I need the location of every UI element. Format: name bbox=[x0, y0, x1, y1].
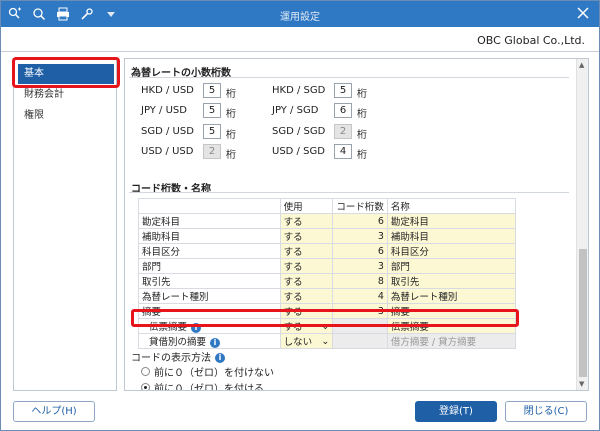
rate-input[interactable]: 5 bbox=[203, 83, 221, 98]
row-digits[interactable]: 6 bbox=[332, 213, 388, 229]
row-item-label: 貸借別の摘要 bbox=[149, 337, 207, 348]
row-highlight-box bbox=[131, 309, 519, 327]
row-name[interactable]: 為替レート種別 bbox=[386, 288, 517, 304]
row-digits[interactable]: 3 bbox=[332, 258, 388, 274]
use-dropdown-value: しない bbox=[283, 337, 313, 348]
rate-input[interactable]: 5 bbox=[203, 103, 221, 118]
rate-label: JPY / SGD bbox=[272, 105, 319, 116]
rate-label: SGD / USD bbox=[141, 126, 194, 137]
column-header bbox=[138, 198, 281, 214]
rate-label: HKD / SGD bbox=[272, 85, 326, 96]
row-digits[interactable]: 8 bbox=[332, 273, 388, 289]
radio-no-zero[interactable]: 前に０（ゼロ）を付けない bbox=[141, 364, 274, 379]
row-name[interactable]: 補助科目 bbox=[386, 228, 517, 244]
row-item: 勘定科目 bbox=[138, 213, 281, 229]
help-button[interactable]: ヘルプ(H) bbox=[13, 401, 95, 422]
row-item: 補助科目 bbox=[138, 228, 281, 244]
chevron-down-icon: ⌄ bbox=[321, 335, 330, 347]
display-heading-label: コードの表示方法 bbox=[131, 353, 211, 364]
use-dropdown[interactable]: しない ⌄ bbox=[279, 333, 334, 349]
row-use[interactable]: する bbox=[279, 243, 334, 259]
row-use[interactable]: する bbox=[279, 288, 334, 304]
rate-unit: 桁 bbox=[357, 150, 367, 161]
row-digits[interactable]: 6 bbox=[332, 243, 388, 259]
row-item: 部門 bbox=[138, 258, 281, 274]
row-name: 借方摘要 / 貸方摘要 bbox=[386, 333, 517, 349]
sidebar-item-permissions[interactable]: 権限 bbox=[18, 106, 114, 126]
table-row: 補助科目 する 3 補助科目 bbox=[138, 228, 517, 244]
vertical-scrollbar[interactable]: ▲ ▼ bbox=[576, 59, 588, 390]
company-name: OBC Global Co.,Ltd. bbox=[477, 34, 585, 47]
rate-unit: 桁 bbox=[357, 109, 367, 120]
column-header: 使用 bbox=[279, 198, 334, 214]
rates-divider bbox=[129, 77, 569, 78]
table-row: 取引先 する 8 取引先 bbox=[138, 273, 517, 289]
rate-label: JPY / USD bbox=[141, 105, 187, 116]
rate-input[interactable]: 6 bbox=[334, 103, 352, 118]
radio-label: 前に０（ゼロ）を付けない bbox=[154, 368, 274, 379]
radio-label: 前に０（ゼロ）を付ける bbox=[154, 384, 264, 391]
close-button[interactable]: 閉じる(C) bbox=[505, 401, 587, 422]
row-use[interactable]: する bbox=[279, 273, 334, 289]
sidebar-item-finance[interactable]: 財務会計 bbox=[18, 85, 114, 105]
window-title: 運用設定 bbox=[280, 12, 320, 23]
header-divider bbox=[1, 51, 599, 52]
rate-unit: 桁 bbox=[357, 130, 367, 141]
settings-window: 運用設定 OBC Global Co.,Ltd. 基本 財務会計 権限 為替レー… bbox=[0, 0, 600, 431]
rate-input: 2 bbox=[203, 144, 221, 159]
codes-divider bbox=[129, 192, 569, 193]
register-button[interactable]: 登録(T) bbox=[415, 401, 497, 422]
row-digits[interactable]: 3 bbox=[332, 228, 388, 244]
row-name[interactable]: 部門 bbox=[386, 258, 517, 274]
rate-input: 2 bbox=[334, 124, 352, 139]
radio-button[interactable] bbox=[141, 383, 150, 390]
table-header-row: 使用 コード桁数 名称 bbox=[138, 198, 517, 214]
sidebar: 基本 財務会計 権限 bbox=[13, 58, 117, 391]
row-item: 科目区分 bbox=[138, 243, 281, 259]
table-row: 為替レート種別 する 4 為替レート種別 bbox=[138, 288, 517, 304]
row-use[interactable]: する bbox=[279, 213, 334, 229]
rate-input[interactable]: 5 bbox=[203, 124, 221, 139]
row-item: 為替レート種別 bbox=[138, 288, 281, 304]
row-use[interactable]: する bbox=[279, 228, 334, 244]
row-digits bbox=[332, 333, 388, 349]
title-bar: 運用設定 bbox=[1, 1, 599, 27]
row-item: 貸借別の摘要 i bbox=[138, 333, 281, 349]
table-row: 部門 する 3 部門 bbox=[138, 258, 517, 274]
rate-unit: 桁 bbox=[226, 109, 236, 120]
row-digits[interactable]: 4 bbox=[332, 288, 388, 304]
close-icon[interactable] bbox=[575, 5, 591, 21]
display-heading: コードの表示方法 i bbox=[131, 349, 225, 364]
row-item: 取引先 bbox=[138, 273, 281, 289]
rate-unit: 桁 bbox=[226, 130, 236, 141]
row-name[interactable]: 勘定科目 bbox=[386, 213, 517, 229]
radio-add-zero[interactable]: 前に０（ゼロ）を付ける bbox=[141, 380, 264, 391]
scroll-thumb[interactable] bbox=[579, 249, 587, 377]
sidebar-highlight-box bbox=[12, 57, 120, 88]
row-use[interactable]: する bbox=[279, 258, 334, 274]
rate-label: SGD / SGD bbox=[272, 126, 326, 137]
column-header: コード桁数 bbox=[332, 198, 388, 214]
row-name[interactable]: 取引先 bbox=[386, 273, 517, 289]
rate-label: HKD / USD bbox=[141, 85, 194, 96]
settings-panel: 為替レートの小数桁数 HKD / USD 5 桁 HKD / SGD 5 桁 J… bbox=[124, 58, 589, 391]
row-name[interactable]: 科目区分 bbox=[386, 243, 517, 259]
table-row: 科目区分 する 6 科目区分 bbox=[138, 243, 517, 259]
rate-unit: 桁 bbox=[226, 150, 236, 161]
scroll-up-icon[interactable]: ▲ bbox=[579, 61, 584, 69]
rate-unit: 桁 bbox=[226, 89, 236, 100]
table-row: 勘定科目 する 6 勘定科目 bbox=[138, 213, 517, 229]
rate-input[interactable]: 5 bbox=[334, 83, 352, 98]
info-icon[interactable]: i bbox=[210, 337, 221, 348]
column-header: 名称 bbox=[386, 198, 517, 214]
rate-label: USD / USD bbox=[141, 146, 194, 157]
rate-label: USD / SGD bbox=[272, 146, 325, 157]
scroll-down-icon[interactable]: ▼ bbox=[579, 380, 584, 388]
table-row-debit-credit-summary: 貸借別の摘要 i しない ⌄ 借方摘要 / 貸方摘要 bbox=[138, 333, 517, 349]
rate-input[interactable]: 4 bbox=[334, 144, 352, 159]
rate-unit: 桁 bbox=[357, 89, 367, 100]
info-icon[interactable]: i bbox=[215, 353, 225, 363]
radio-button[interactable] bbox=[141, 367, 150, 376]
